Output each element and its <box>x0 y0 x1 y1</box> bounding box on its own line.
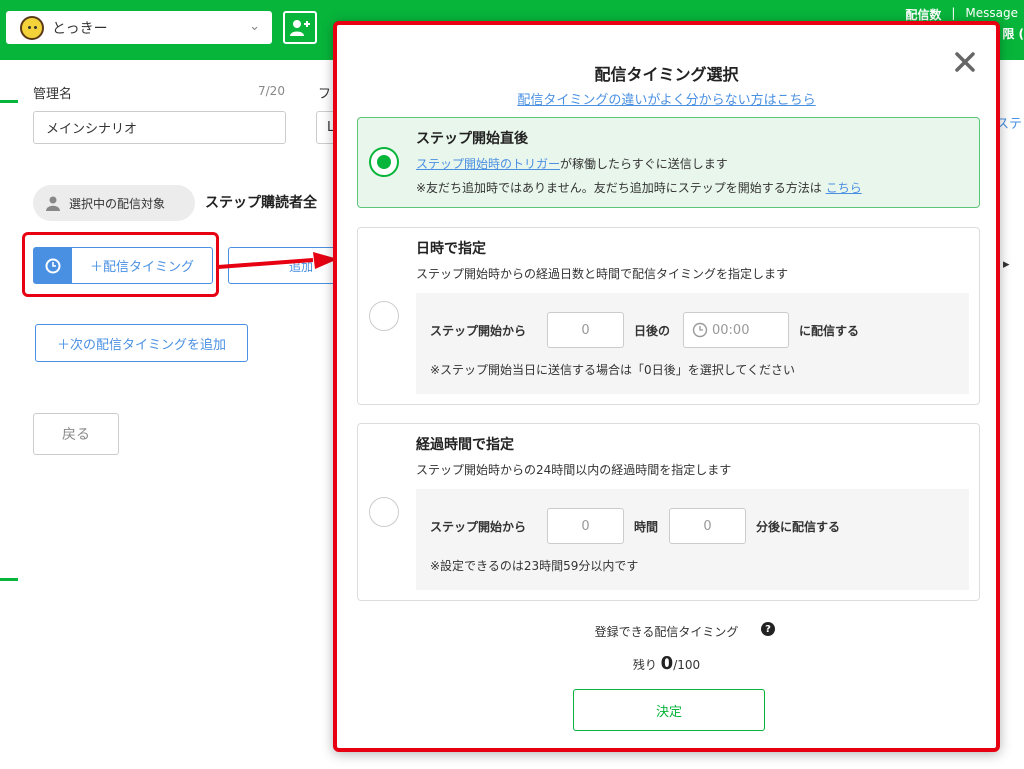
trigger-link[interactable]: ステップ開始時のトリガー <box>416 157 560 171</box>
radio-immediately[interactable] <box>369 147 399 177</box>
prefix-label: ステップ開始から <box>430 324 527 338</box>
option-desc: ステップ開始時からの24時間以内の経過時間を指定します <box>416 463 732 477</box>
days-input[interactable]: 0 <box>547 312 624 348</box>
name-counter: 7/20 <box>258 84 285 98</box>
option-note: ※友だち追加時ではありません。友だち追加時にステップを開始する方法は こちら <box>416 179 862 196</box>
option-datetime[interactable]: 日時で指定 ステップ開始時からの経過日数と時間で配信タイミングを指定します ステ… <box>357 227 980 405</box>
avatar <box>20 15 44 40</box>
days-unit: 日後の <box>634 324 671 338</box>
option-note-text: ※友だち追加時ではありません。友だち追加時にステップを開始する方法は <box>416 181 822 195</box>
option-title: 日時で指定 <box>416 241 486 257</box>
option-title: 経過時間で指定 <box>416 437 514 453</box>
name-input[interactable]: メインシナリオ <box>33 111 286 144</box>
second-field-label: フ <box>318 87 332 102</box>
highlight-box <box>22 232 219 297</box>
account-switcher[interactable]: とっきー ⌄ <box>6 11 272 44</box>
elapsed-note: ※設定できるのは23時間59分以内です <box>430 559 639 573</box>
remain-value: 0 <box>660 653 674 674</box>
remaining-count: 残り 0/100 <box>337 653 996 674</box>
time-input[interactable]: 00:00 <box>683 312 789 348</box>
minutes-input[interactable]: 0 <box>669 508 746 544</box>
suffix-label: に配信する <box>799 324 860 338</box>
help-link[interactable]: 配信タイミングの違いがよく分からない方はこちら <box>337 89 996 108</box>
radio-datetime[interactable] <box>369 301 399 331</box>
option-elapsed[interactable]: 経過時間で指定 ステップ開始時からの24時間以内の経過時間を指定します ステップ… <box>357 423 980 601</box>
clock-icon <box>692 322 708 338</box>
option-desc: ステップ開始時のトリガーが稼働したらすぐに送信します <box>416 155 728 172</box>
datetime-settings: ステップ開始から 0 日後の 00:00 に配信する ※ステップ開始当日に送信す… <box>416 293 969 394</box>
hours-input[interactable]: 0 <box>547 508 624 544</box>
target-value: ステップ購読者全 <box>205 195 317 211</box>
help-icon[interactable]: ? <box>761 622 775 636</box>
arrow-annotation <box>218 252 338 269</box>
option-title: ステップ開始直後 <box>416 131 528 147</box>
nav-indicator <box>0 578 18 581</box>
add-next-timing-button[interactable]: ＋次の配信タイミングを追加 <box>35 324 248 362</box>
back-button[interactable]: 戻る <box>33 413 119 455</box>
radio-elapsed[interactable] <box>369 497 399 527</box>
target-label: 選択中の配信対象 <box>69 196 166 211</box>
add-user-icon <box>290 19 310 36</box>
close-icon[interactable] <box>954 51 976 73</box>
person-icon <box>46 196 60 211</box>
chevron-down-icon: ⌄ <box>249 19 260 34</box>
hours-unit: 時間 <box>634 520 659 534</box>
remain-total: /100 <box>673 658 701 672</box>
register-label: 登録できる配信タイミング <box>594 625 739 639</box>
modal-title: 配信タイミング選択 <box>594 65 739 84</box>
option-immediately[interactable]: ステップ開始直後 ステップ開始時のトリガーが稼働したらすぐに送信します ※友だち… <box>357 117 980 208</box>
add-user-button[interactable] <box>283 11 317 44</box>
time-placeholder: 00:00 <box>712 322 750 338</box>
suffix-label: 分後に配信する <box>756 520 841 534</box>
nav-indicator <box>0 100 18 103</box>
prefix-label: ステップ開始から <box>430 520 527 534</box>
name-label: 管理名 <box>33 87 73 102</box>
timing-modal: 配信タイミング選択 配信タイミングの違いがよく分からない方はこちら ステップ開始… <box>333 21 1000 752</box>
chevron-right-icon[interactable]: ▸ <box>1003 257 1010 272</box>
confirm-button[interactable]: 決定 <box>573 689 765 731</box>
option-desc: ステップ開始時からの経過日数と時間で配信タイミングを指定します <box>416 267 789 281</box>
datetime-note: ※ステップ開始当日に送信する場合は「0日後」を選択してください <box>430 363 795 377</box>
target-pill: 選択中の配信対象 <box>33 185 195 221</box>
howto-link[interactable]: こちら <box>826 181 862 195</box>
account-name: とっきー <box>52 20 108 37</box>
remain-prefix: 残り <box>632 658 657 672</box>
elapsed-settings: ステップ開始から 0 時間 0 分後に配信する ※設定できるのは23時間59分以… <box>416 489 969 590</box>
option-desc-rest: が稼働したらすぐに送信します <box>560 157 728 171</box>
